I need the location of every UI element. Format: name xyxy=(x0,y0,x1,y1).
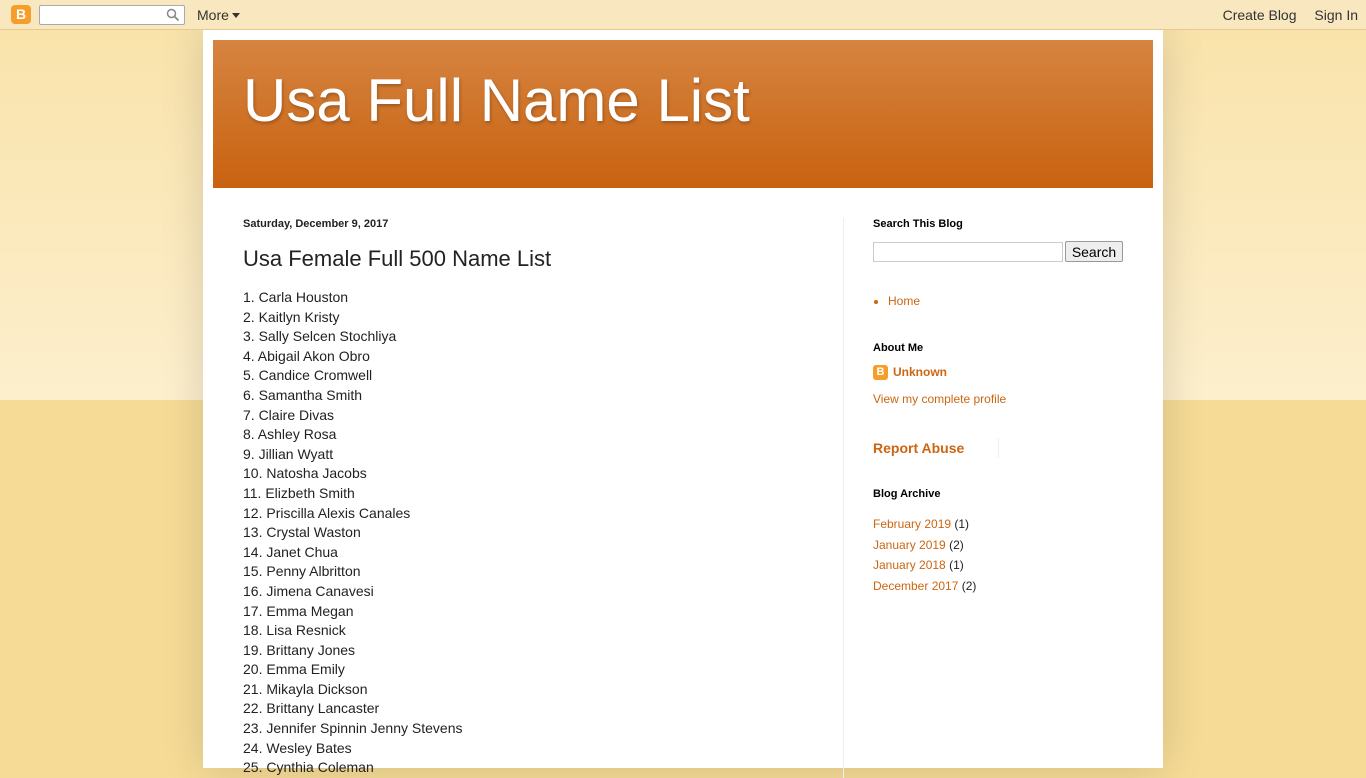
post-title[interactable]: Usa Female Full 500 Name List xyxy=(243,246,551,272)
archive-post-count: (2) xyxy=(961,578,977,593)
archive-month-link[interactable]: January 2019 xyxy=(873,538,946,552)
page-link-item[interactable]: Home xyxy=(888,294,920,308)
archive-item: December 2017 (2) xyxy=(873,576,976,597)
name-list-item: 22. Brittany Lancaster xyxy=(243,700,380,717)
name-list-item: 17. Emma Megan xyxy=(243,602,354,619)
archive-month-link[interactable]: February 2019 xyxy=(873,517,951,531)
report-abuse-link[interactable]: Report Abuse xyxy=(873,440,964,456)
archive-item: January 2018 (1) xyxy=(873,555,976,576)
pages-list: Home xyxy=(873,294,920,308)
blogger-logo-icon[interactable]: B xyxy=(11,5,31,24)
name-list-item: 19. Brittany Jones xyxy=(243,641,356,658)
archive-item: February 2019 (1) xyxy=(873,514,976,535)
name-list-item: 15. Penny Albritton xyxy=(243,563,361,580)
name-list-item: 6. Samantha Smith xyxy=(243,386,363,403)
archive-list: February 2019 (1) January 2019 (2) January… xyxy=(873,514,976,596)
blog-content-card: Usa Full Name List Saturday, December 9,… xyxy=(203,30,1163,778)
blog-title[interactable]: Usa Full Name List xyxy=(243,66,750,135)
more-label: More xyxy=(197,7,229,23)
name-list-item: 5. Candice Cromwell xyxy=(243,367,373,384)
navbar-search-box xyxy=(39,5,185,25)
archive-month-link[interactable]: December 2017 xyxy=(873,579,958,593)
blog-header: Usa Full Name List xyxy=(213,40,1153,188)
name-list-item: 7. Claire Divas xyxy=(243,406,335,423)
search-icon[interactable] xyxy=(166,8,180,22)
name-list-item: 1. Carla Houston xyxy=(243,289,349,305)
name-list-item: 4. Abigail Akon Obro xyxy=(243,347,370,364)
name-list-item: 8. Ashley Rosa xyxy=(243,426,337,443)
name-list-item: 14. Janet Chua xyxy=(243,543,338,560)
archive-post-count: (2) xyxy=(949,537,964,552)
name-list-item: 21. Mikayla Dickson xyxy=(243,680,368,697)
archive-post-count: (1) xyxy=(954,517,970,531)
name-list-item: 9. Jillian Wyatt xyxy=(243,445,334,462)
view-profile-link[interactable]: View my complete profile xyxy=(873,392,1006,406)
blogger-logo-letter: B xyxy=(15,6,27,22)
blog-search-input[interactable] xyxy=(873,242,1063,262)
name-list-item: 13. Crystal Waston xyxy=(243,524,361,541)
name-list-item: 16. Jimena Canavesi xyxy=(243,582,374,599)
profile-name-link[interactable]: Unknown xyxy=(893,365,947,379)
post-date: Saturday, December 9, 2017 xyxy=(243,218,389,230)
sign-in-link[interactable]: Sign In xyxy=(1314,7,1358,23)
column-divider xyxy=(843,218,844,778)
name-list-item: 25. Cynthia Coleman xyxy=(243,759,374,776)
create-blog-link[interactable]: Create Blog xyxy=(1223,7,1297,23)
blogger-profile-icon: B xyxy=(873,365,888,380)
more-menu-button[interactable]: More xyxy=(197,7,240,23)
name-list-item: 24. Wesley Bates xyxy=(243,739,352,756)
about-me-title: About Me xyxy=(873,342,924,354)
archive-item: January 2019 (2) xyxy=(873,535,976,556)
report-abuse-separator xyxy=(998,438,999,458)
navbar-search-input[interactable] xyxy=(42,6,160,22)
search-button[interactable]: Search xyxy=(1065,241,1123,262)
search-widget-title: Search This Blog xyxy=(873,218,963,230)
name-list-item: 23. Jennifer Spinnin Jenny Stevens xyxy=(243,720,463,737)
archive-post-count: (1) xyxy=(949,558,964,572)
blogger-navbar: B More Create Blog Sign In xyxy=(0,0,1366,30)
archive-month-link[interactable]: January 2018 xyxy=(873,558,946,572)
blog-archive-title: Blog Archive xyxy=(873,488,941,500)
name-list-item: 12. Priscilla Alexis Canales xyxy=(243,504,411,521)
name-list-item: 11. Elizbeth Smith xyxy=(243,484,355,501)
name-list: 1. Carla Houston 2. Kaitlyn Kristy 3. Sall… xyxy=(243,288,462,778)
name-list-item: 18. Lisa Resnick xyxy=(243,622,346,639)
name-list-item: 2. Kaitlyn Kristy xyxy=(243,308,340,325)
name-list-item: 3. Sally Selcen Stochliya xyxy=(243,328,397,345)
navbar-right-links: Create Blog Sign In xyxy=(1209,7,1358,23)
chevron-down-icon xyxy=(231,13,240,18)
name-list-item: 20. Emma Emily xyxy=(243,661,345,678)
name-list-item: 10. Natosha Jacobs xyxy=(243,465,367,482)
